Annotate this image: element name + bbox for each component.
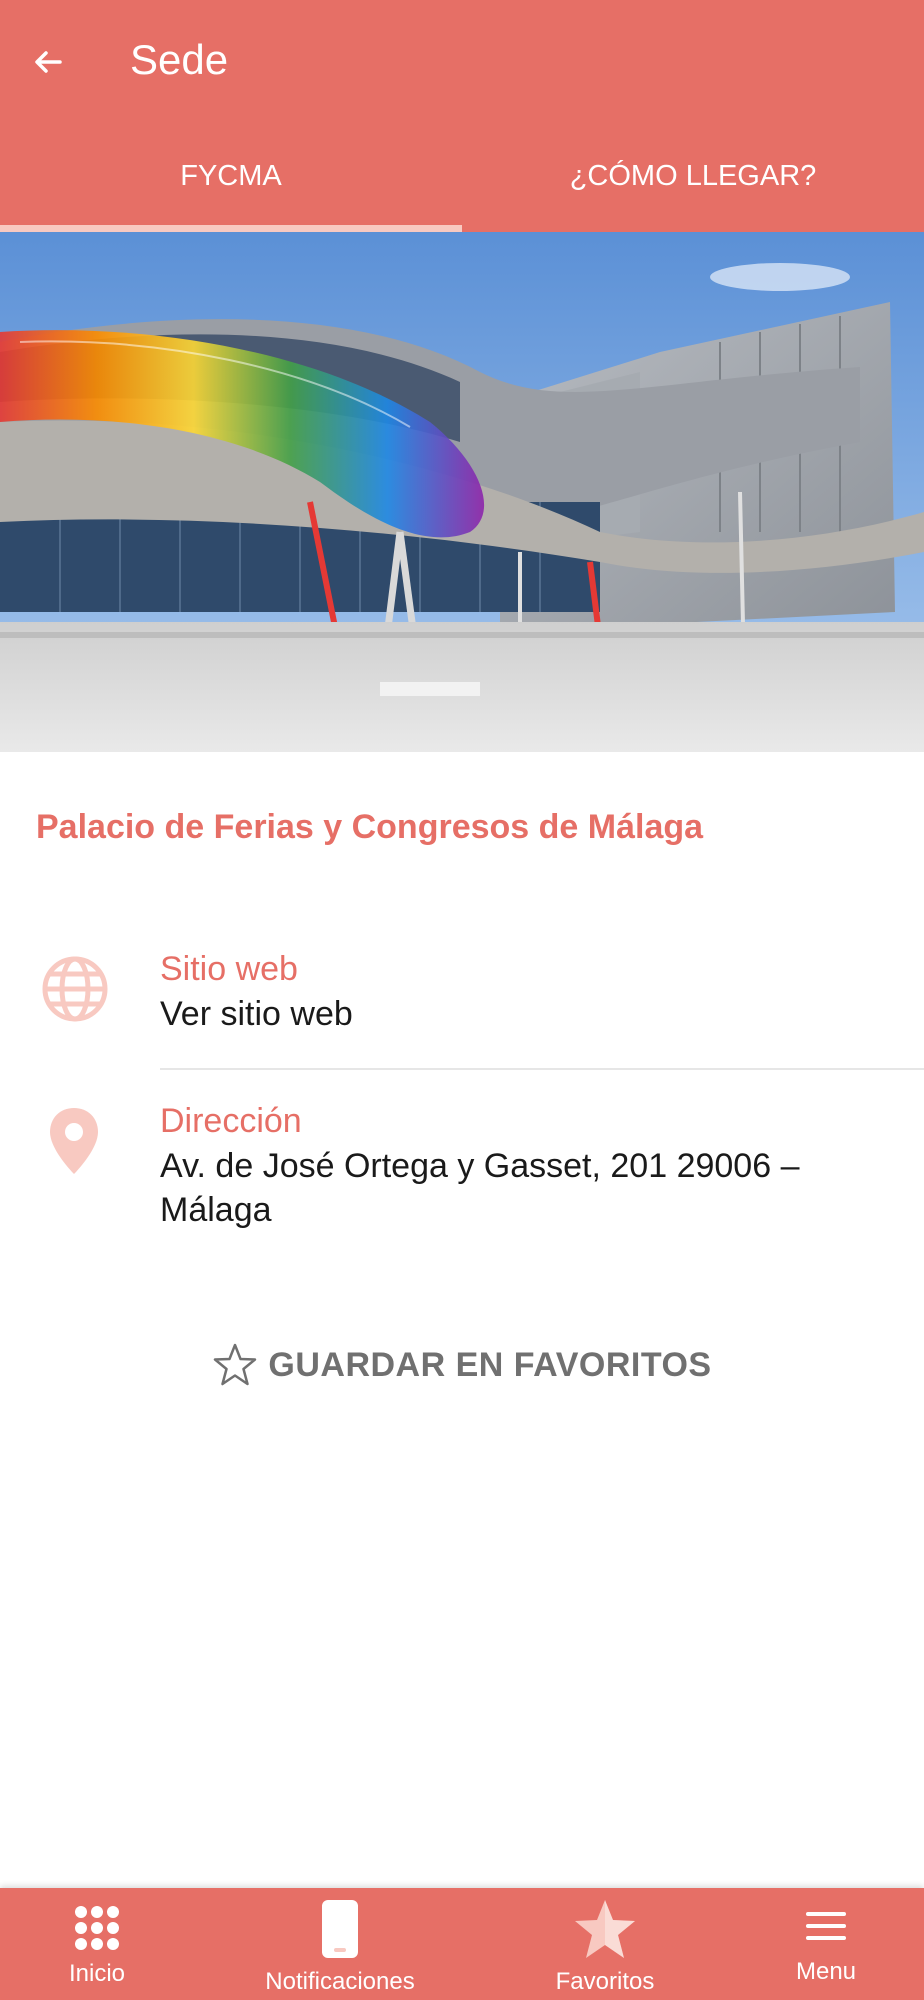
save-to-favorites-label: GUARDAR EN FAVORITOS — [268, 1345, 712, 1384]
website-link[interactable]: Ver sitio web — [160, 992, 860, 1036]
venue-name: Palacio de Ferias y Congresos de Málaga — [36, 808, 704, 846]
address-row[interactable]: Dirección Av. de José Ortega y Gasset, 2… — [0, 1092, 924, 1252]
star-outline-icon — [214, 1343, 257, 1386]
nav-menu[interactable]: Menu — [776, 1888, 876, 2000]
address-label: Dirección — [160, 1102, 302, 1140]
grid-icon — [75, 1906, 119, 1950]
nav-inicio[interactable]: Inicio — [40, 1888, 154, 2000]
address-value: Av. de José Ortega y Gasset, 201 29006 –… — [160, 1147, 800, 1229]
nav-favoritos[interactable]: Favoritos — [540, 1888, 670, 2000]
tab-label: FYCMA — [180, 160, 282, 192]
map-pin-icon — [50, 1108, 98, 1174]
active-tab-indicator — [0, 225, 462, 232]
venue-photo — [0, 232, 924, 752]
tab-fycma[interactable]: FYCMA — [0, 150, 462, 232]
save-to-favorites-button[interactable]: GUARDAR EN FAVORITOS — [0, 1330, 924, 1400]
website-row[interactable]: Sitio web Ver sitio web — [0, 940, 924, 1060]
nav-notificaciones[interactable]: Notificaciones — [250, 1888, 430, 2000]
tab-como-llegar[interactable]: ¿CÓMO LLEGAR? — [462, 150, 924, 232]
app-header: Sede FYCMA ¿CÓMO LLEGAR? — [0, 0, 924, 232]
divider — [160, 1068, 924, 1070]
back-button[interactable] — [22, 36, 74, 88]
globe-icon — [42, 956, 108, 1022]
page-title: Sede — [130, 36, 229, 83]
nav-label: Inicio — [68, 1960, 126, 1987]
bottom-navigation: Inicio Notificaciones Favoritos Menu — [0, 1888, 924, 2000]
nav-label: Favoritos — [555, 1968, 655, 1995]
nav-label: Menu — [795, 1958, 857, 1985]
nav-label: Notificaciones — [265, 1968, 415, 1995]
menu-icon — [806, 1912, 846, 1940]
website-label: Sitio web — [160, 950, 298, 988]
tab-label: ¿CÓMO LLEGAR? — [569, 160, 817, 192]
arrow-left-icon — [35, 51, 62, 73]
phone-icon — [322, 1900, 358, 1958]
star-icon — [575, 1900, 635, 1958]
